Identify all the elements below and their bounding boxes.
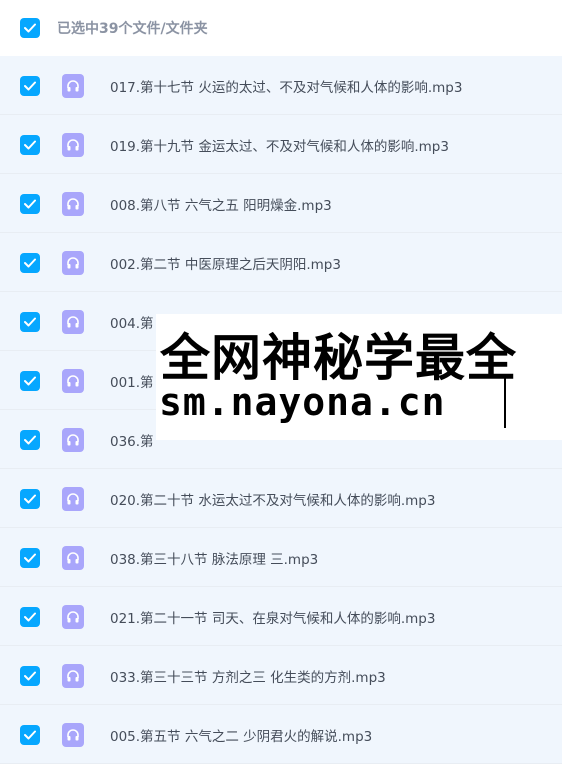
file-row[interactable]: 020.第二十节 水运太过不及对气候和人体的影响.mp3 — [0, 469, 562, 528]
headphones-icon — [67, 669, 79, 681]
audio-file-icon — [62, 250, 84, 275]
watermark-line-2: sm.nayona.cn — [159, 380, 446, 424]
file-name[interactable]: 019.第十九节 金运太过、不及对气候和人体的影响.mp3 — [110, 135, 449, 155]
headphones-icon — [67, 374, 79, 386]
check-icon — [24, 81, 36, 90]
check-icon — [24, 376, 36, 385]
headphones-icon — [67, 197, 79, 209]
audio-file-icon — [62, 191, 84, 216]
file-name[interactable]: 021.第二十一节 司天、在泉对气候和人体的影响.mp3 — [110, 607, 435, 627]
select-all-checkbox[interactable] — [20, 18, 40, 38]
file-checkbox[interactable] — [20, 134, 40, 155]
watermark: 全网神秘学最全 sm.nayona.cn — [156, 314, 562, 440]
file-row[interactable]: 002.第二节 中医原理之后天阴阳.mp3 — [0, 233, 562, 292]
headphones-icon — [67, 256, 79, 268]
check-icon — [24, 317, 36, 326]
audio-file-icon — [62, 663, 84, 688]
check-icon — [24, 435, 36, 444]
file-row[interactable]: 005.第五节 六气之二 少阴君火的解说.mp3 — [0, 705, 562, 764]
file-checkbox[interactable] — [20, 665, 40, 686]
file-name[interactable]: 017.第十七节 火运的太过、不及对气候和人体的影响.mp3 — [110, 76, 462, 96]
file-checkbox[interactable] — [20, 193, 40, 214]
file-name[interactable]: 001.第 — [110, 371, 154, 391]
check-icon — [24, 553, 36, 562]
check-icon — [24, 612, 36, 621]
check-icon — [24, 671, 36, 680]
file-row[interactable]: 008.第八节 六气之五 阳明燥金.mp3 — [0, 174, 562, 233]
headphones-icon — [67, 728, 79, 740]
file-checkbox[interactable] — [20, 606, 40, 627]
file-row[interactable]: 038.第三十八节 脉法原理 三.mp3 — [0, 528, 562, 587]
audio-file-icon — [62, 368, 84, 393]
file-checkbox[interactable] — [20, 429, 40, 450]
file-checkbox[interactable] — [20, 547, 40, 568]
file-row[interactable]: 017.第十七节 火运的太过、不及对气候和人体的影响.mp3 — [0, 56, 562, 115]
check-icon — [24, 199, 36, 208]
headphones-icon — [67, 315, 79, 327]
file-name[interactable]: 004.第 — [110, 312, 154, 332]
headphones-icon — [67, 551, 79, 563]
headphones-icon — [67, 492, 79, 504]
check-icon — [24, 494, 36, 503]
file-checkbox[interactable] — [20, 724, 40, 745]
audio-file-icon — [62, 309, 84, 334]
selection-header: 已选中39个文件/文件夹 — [0, 0, 562, 57]
check-icon — [24, 140, 36, 149]
audio-file-icon — [62, 427, 84, 452]
audio-file-icon — [62, 132, 84, 157]
file-name[interactable]: 005.第五节 六气之二 少阴君火的解说.mp3 — [110, 725, 372, 745]
audio-file-icon — [62, 722, 84, 747]
audio-file-icon — [62, 73, 84, 98]
file-name[interactable]: 008.第八节 六气之五 阳明燥金.mp3 — [110, 194, 332, 214]
check-icon — [24, 258, 36, 267]
file-row[interactable]: 033.第三十三节 方剂之三 化生类的方剂.mp3 — [0, 646, 562, 705]
check-icon — [24, 23, 36, 33]
selection-count: 已选中39个文件/文件夹 — [57, 21, 208, 37]
file-name[interactable]: 020.第二十节 水运太过不及对气候和人体的影响.mp3 — [110, 489, 435, 509]
text-cursor — [504, 374, 506, 428]
file-checkbox[interactable] — [20, 311, 40, 332]
check-icon — [24, 730, 36, 739]
audio-file-icon — [62, 604, 84, 629]
audio-file-icon — [62, 545, 84, 570]
file-checkbox[interactable] — [20, 252, 40, 273]
file-name[interactable]: 038.第三十八节 脉法原理 三.mp3 — [110, 548, 318, 568]
file-checkbox[interactable] — [20, 488, 40, 509]
file-row[interactable]: 019.第十九节 金运太过、不及对气候和人体的影响.mp3 — [0, 115, 562, 174]
file-row[interactable]: 021.第二十一节 司天、在泉对气候和人体的影响.mp3 — [0, 587, 562, 646]
headphones-icon — [67, 433, 79, 445]
file-name[interactable]: 033.第三十三节 方剂之三 化生类的方剂.mp3 — [110, 666, 386, 686]
file-checkbox[interactable] — [20, 370, 40, 391]
file-checkbox[interactable] — [20, 75, 40, 96]
headphones-icon — [67, 79, 79, 91]
audio-file-icon — [62, 486, 84, 511]
file-name[interactable]: 036.第 — [110, 430, 154, 450]
headphones-icon — [67, 138, 79, 150]
file-name[interactable]: 002.第二节 中医原理之后天阴阳.mp3 — [110, 253, 341, 273]
headphones-icon — [67, 610, 79, 622]
